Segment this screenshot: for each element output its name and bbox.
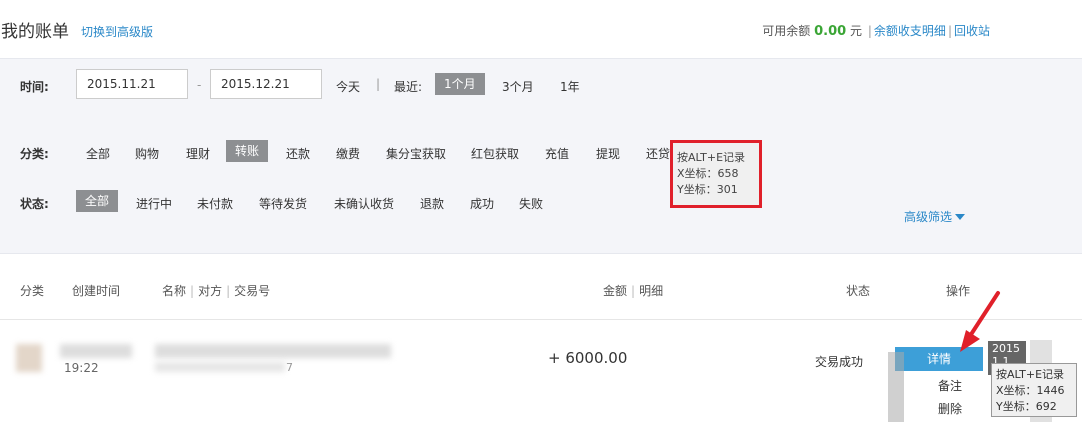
red-arrow-pointer-icon <box>960 291 1000 352</box>
